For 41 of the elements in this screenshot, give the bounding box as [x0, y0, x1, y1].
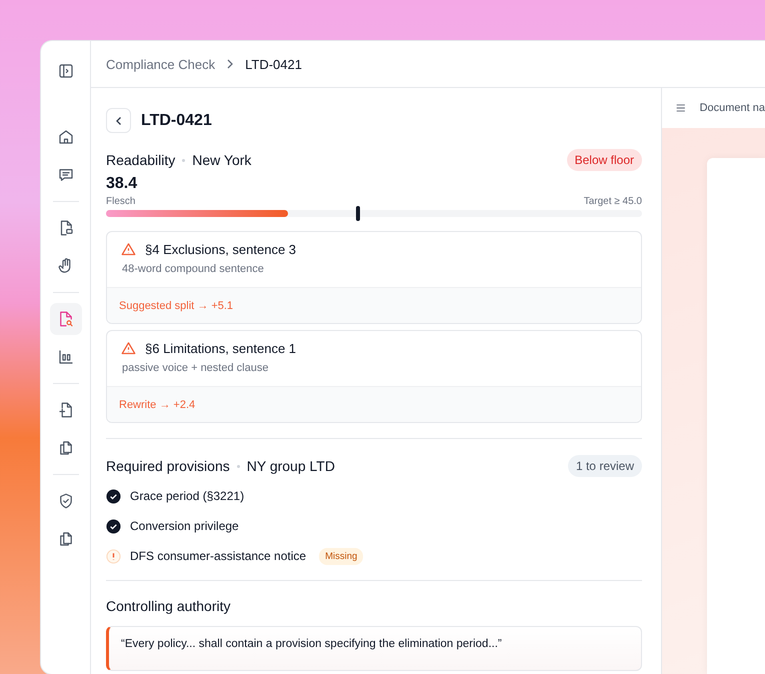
provision-label: Grace period (§3221)	[130, 489, 244, 503]
document-title: Document na	[700, 102, 765, 114]
issue-detail: passive voice + nested clause	[121, 361, 270, 376]
issue-title: §6 Limitations, sentence 1	[145, 341, 296, 356]
menu-icon[interactable]	[676, 102, 686, 114]
chat-icon	[56, 166, 74, 184]
doc-plus-icon	[56, 401, 74, 419]
region-label: New York	[192, 152, 252, 168]
section-title: Required provisions	[106, 458, 230, 474]
page-title: LTD-0421	[141, 112, 212, 130]
issue-title: §4 Exclusions, sentence 3	[145, 242, 296, 257]
scope-label: NY group LTD	[246, 458, 335, 474]
check-circle-icon	[106, 518, 121, 534]
provision-label: DFS consumer-assistance notice	[130, 549, 306, 563]
chart-icon	[56, 348, 74, 366]
panel-icon	[56, 62, 74, 80]
section-title: Readability	[106, 152, 176, 168]
suggestion-link[interactable]: Rewrite → +2.4	[119, 399, 196, 411]
issue-detail: 48-word compound sentence	[121, 262, 265, 277]
missing-tag: Missing	[319, 548, 364, 564]
home-icon	[56, 128, 74, 146]
target-label: Target ≥ 45.0	[584, 196, 642, 207]
doc-search-nav-button[interactable]	[50, 303, 82, 335]
alert-circle-icon	[106, 548, 121, 564]
separator-dot	[236, 464, 240, 468]
chevron-left-icon	[114, 116, 124, 126]
score-value: 38.4	[106, 175, 138, 193]
review-count-badge: 1 to review	[568, 455, 642, 477]
warning-icon	[121, 341, 136, 356]
breadcrumb-item[interactable]: Compliance Check	[106, 56, 216, 72]
quote-text: “Every policy... shall contain a provision specifying the elimination period...”	[121, 638, 502, 650]
check-circle-icon	[106, 488, 121, 504]
score-label: Flesch	[106, 196, 136, 207]
status-badge: Below floor	[566, 149, 642, 171]
breadcrumb-item: LTD-0421	[245, 56, 302, 72]
provision-label: Conversion privilege	[130, 519, 239, 533]
section-title: Controlling authority	[106, 598, 232, 614]
suggestion-link[interactable]: Suggested split → +5.1	[119, 300, 234, 312]
separator-dot	[182, 158, 186, 162]
chevron-right-icon	[225, 59, 236, 69]
warning-icon	[121, 242, 136, 257]
